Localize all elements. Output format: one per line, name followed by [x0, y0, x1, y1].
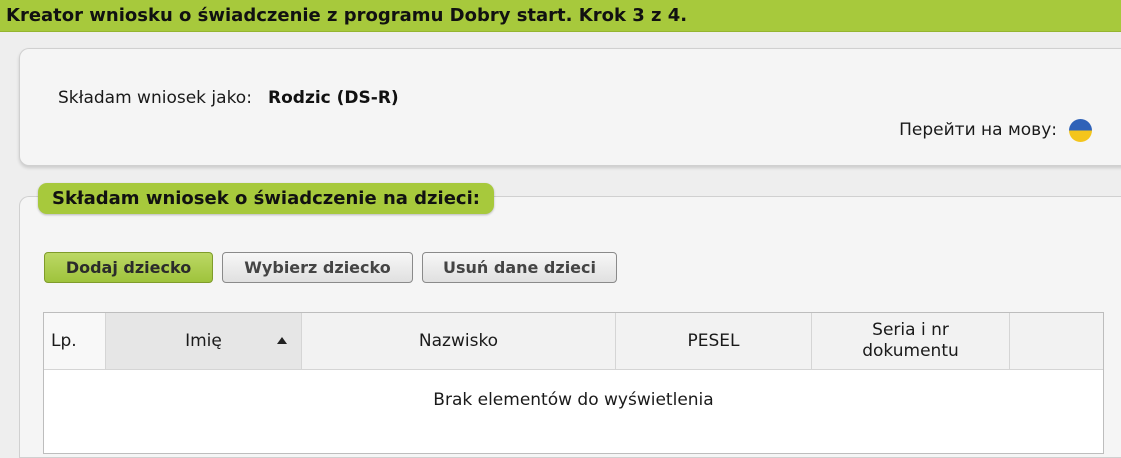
wizard-header-bar: Kreator wniosku o świadczenie z programu… [0, 0, 1121, 32]
column-header-document-number[interactable]: Seria i nr dokumentu [812, 313, 1010, 369]
column-header-last-name[interactable]: Nazwisko [302, 313, 616, 369]
column-header-actions [1010, 313, 1103, 369]
wizard-title: Kreator wniosku o świadczenie z programu… [6, 5, 688, 26]
add-child-button[interactable]: Dodaj dziecko [44, 252, 213, 283]
empty-table-message: Brak elementów do wyświetlenia [433, 390, 714, 410]
children-table: Lp. Imię Nazwisko PESEL Seria i nr dokum… [43, 312, 1104, 454]
column-header-lp[interactable]: Lp. [44, 313, 106, 369]
applicant-panel: Składam wniosek jako: Rodzic (DS-R) Пере… [19, 48, 1121, 166]
column-header-document-number-label: Seria i nr dokumentu [862, 320, 959, 361]
children-section-title: Składam wniosek o świadczenie na dzieci: [52, 188, 480, 209]
applicant-role-label: Składam wniosek jako: [58, 88, 252, 108]
column-header-first-name-label: Imię [185, 330, 222, 351]
column-header-pesel[interactable]: PESEL [616, 313, 812, 369]
applicant-role-value: Rodzic (DS-R) [268, 88, 399, 108]
language-switch-label: Перейти на мову: [899, 120, 1057, 140]
language-switch-ukrainian[interactable]: Перейти на мову: [899, 118, 1092, 142]
sort-ascending-icon [277, 337, 287, 344]
choose-child-button[interactable]: Wybierz dziecko [222, 252, 413, 283]
children-section-header: Składam wniosek o świadczenie na dzieci: [38, 183, 494, 214]
children-table-header: Lp. Imię Nazwisko PESEL Seria i nr dokum… [44, 313, 1103, 370]
remove-children-data-button[interactable]: Usuń dane dzieci [422, 252, 617, 283]
column-header-first-name[interactable]: Imię [106, 313, 302, 369]
ukraine-flag-icon[interactable] [1069, 118, 1092, 142]
